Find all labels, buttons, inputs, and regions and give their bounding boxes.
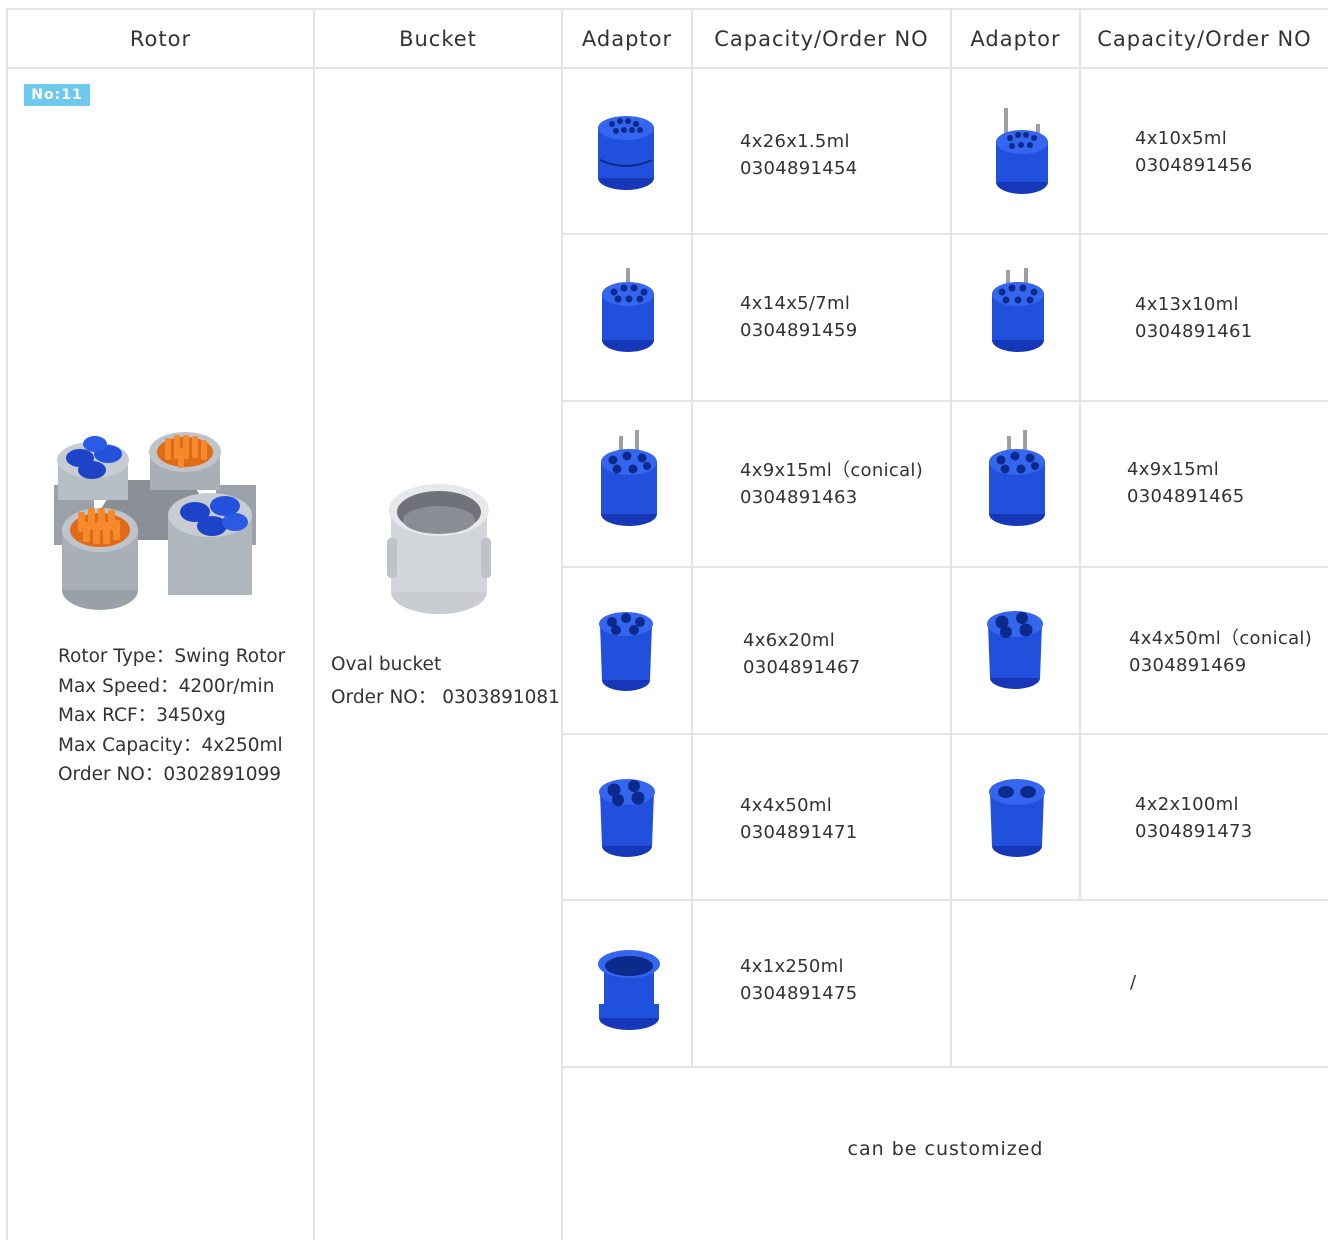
capacity-cell: 4x9x15ml 0304891465 [1127, 456, 1245, 510]
max-speed: Max Speed：4200r/min [58, 675, 275, 697]
bucket-order-no: Order NO： 0303891081 [331, 687, 560, 708]
capacity-cell: 4x14x5/7ml 0304891459 [740, 290, 858, 344]
capacity-cell: 4x10x5ml 0304891456 [1135, 125, 1253, 179]
adaptor-13x10ml-icon [988, 268, 1048, 354]
oval-bucket-image [384, 480, 494, 618]
capacity-value: 4x9x15ml [1127, 459, 1220, 480]
customization-note: can be customized [847, 1138, 1044, 1160]
max-capacity: Max Capacity：4x250ml [58, 734, 283, 756]
order-number: 0304891475 [740, 983, 858, 1004]
bucket-info: Oval bucket Order NO： 0303891081 [331, 648, 560, 714]
capacity-value: 4x9x15ml（conical) [740, 460, 924, 481]
adaptor-9x15ml-conical-icon [597, 430, 661, 528]
order-number: 0304891469 [1129, 655, 1247, 676]
adaptor-4x50ml-conical-icon [984, 608, 1046, 692]
adaptor-1x250ml-icon [596, 946, 662, 1034]
adaptor-26x1-5ml-icon [594, 108, 658, 192]
order-number: 0304891471 [740, 822, 858, 843]
capacity-cell: 4x4x50ml（conical) 0304891469 [1129, 625, 1312, 679]
capacity-value: 4x13x10ml [1135, 294, 1239, 315]
header-adaptor-left: Adaptor [581, 26, 673, 51]
capacity-value: 4x10x5ml [1135, 128, 1228, 149]
capacity-value: 4x6x20ml [743, 630, 836, 651]
capacity-cell: 4x2x100ml 0304891473 [1135, 791, 1253, 845]
order-number: 0304891461 [1135, 321, 1253, 342]
empty-cell-marker: / [1130, 972, 1137, 993]
header-capacity-right: Capacity/Order NO [1097, 26, 1312, 51]
swing-rotor-image [50, 430, 260, 615]
adaptor-6x20ml-icon [596, 610, 656, 692]
adaptor-14x5-7ml-icon [598, 268, 658, 354]
header-capacity-left: Capacity/Order NO [714, 26, 929, 51]
capacity-cell: 4x6x20ml 0304891467 [743, 627, 861, 681]
order-number: 0304891459 [740, 320, 858, 341]
rotor-specs: Rotor Type：Swing Rotor Max Speed：4200r/m… [58, 642, 285, 790]
header-bucket: Bucket [399, 26, 477, 51]
capacity-cell: 4x4x50ml 0304891471 [740, 792, 858, 846]
capacity-value: 4x14x5/7ml [740, 293, 851, 314]
adaptor-4x50ml-icon [596, 776, 658, 860]
max-rcf: Max RCF：3450xg [58, 705, 226, 726]
capacity-value: 4x4x50ml（conical) [1129, 628, 1313, 649]
order-number: 0304891456 [1135, 155, 1253, 176]
order-number: 0304891465 [1127, 486, 1245, 507]
model-badge: No:11 [24, 84, 90, 106]
header-rotor: Rotor [129, 26, 192, 51]
capacity-cell: 4x26x1.5ml 0304891454 [740, 128, 858, 182]
order-number: 0304891454 [740, 158, 858, 179]
capacity-value: 4x26x1.5ml [740, 131, 850, 152]
capacity-value: 4x4x50ml [740, 795, 833, 816]
rotor-order-no: Order NO：0302891099 [58, 764, 282, 785]
adaptor-9x15ml-icon [985, 430, 1049, 528]
bucket-name: Oval bucket [331, 654, 442, 675]
order-number: 0304891473 [1135, 821, 1253, 842]
capacity-cell: 4x9x15ml（conical) 0304891463 [740, 457, 923, 511]
capacity-value: 4x1x250ml [740, 956, 844, 977]
capacity-cell: 4x1x250ml 0304891475 [740, 953, 858, 1007]
header-adaptor-right: Adaptor [970, 26, 1061, 51]
capacity-value: 4x2x100ml [1135, 794, 1239, 815]
order-number: 0304891467 [743, 657, 861, 678]
adaptor-2x100ml-icon [986, 776, 1048, 860]
adaptor-10x5ml-icon [990, 108, 1054, 198]
rotor-type: Rotor Type：Swing Rotor [58, 646, 286, 667]
capacity-cell: 4x13x10ml 0304891461 [1135, 291, 1253, 345]
order-number: 0304891463 [740, 487, 858, 508]
